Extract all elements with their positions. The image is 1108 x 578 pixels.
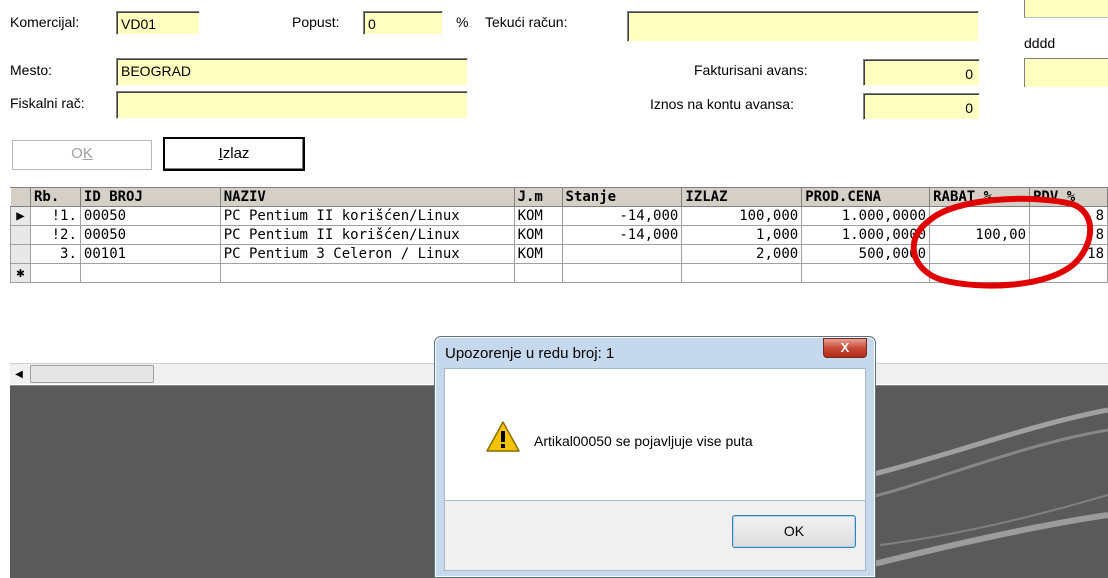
red-annotation-ellipse — [910, 195, 1094, 289]
izlaz-button[interactable]: Izlaz — [163, 137, 305, 171]
popust-label: Popust: — [292, 14, 340, 30]
izlaz-button-label: zlaz — [222, 145, 250, 162]
scroll-thumb[interactable] — [30, 365, 154, 383]
cell-jm[interactable] — [513, 263, 563, 283]
fakturisani-avans-label: Fakturisani avans: — [694, 62, 808, 78]
scroll-left-icon[interactable]: ◀ — [10, 365, 28, 383]
grid-header-selector — [10, 187, 31, 207]
warning-icon — [486, 421, 520, 452]
col-naziv[interactable]: NAZIV — [219, 187, 515, 207]
tekuci-racun-field[interactable] — [627, 11, 979, 42]
row-selector-current-icon[interactable]: ▶ — [10, 206, 31, 226]
cell-rb[interactable]: !1. — [29, 206, 81, 226]
row-selector[interactable] — [10, 225, 31, 245]
cell-naziv[interactable]: PC Pentium II korišćen/Linux — [219, 225, 515, 245]
komercijal-label: Komercijal: — [10, 14, 80, 30]
close-icon[interactable]: X — [823, 338, 867, 358]
cell-id[interactable] — [79, 263, 221, 283]
col-rb[interactable]: Rb. — [29, 187, 81, 207]
cell-naziv[interactable] — [219, 263, 515, 283]
iznos-na-kontu-field[interactable]: 0 — [863, 93, 980, 120]
cell-rb[interactable]: 3. — [29, 244, 81, 264]
cell-izlaz[interactable]: 1,000 — [681, 225, 803, 245]
cell-jm[interactable]: KOM — [513, 225, 563, 245]
fiskalni-rac-field[interactable] — [116, 91, 468, 119]
mesto-field[interactable]: BEOGRAD — [116, 58, 468, 86]
cell-rb[interactable] — [29, 263, 81, 283]
col-stanje[interactable]: Stanje — [561, 187, 683, 207]
col-izlaz[interactable]: IZLAZ — [681, 187, 803, 207]
cell-id[interactable]: 00101 — [79, 244, 221, 264]
col-jm[interactable]: J.m — [513, 187, 563, 207]
col-id-broj[interactable]: ID BROJ — [79, 187, 221, 207]
cell-naziv[interactable]: PC Pentium 3 Celeron / Linux — [219, 244, 515, 264]
komercijal-field[interactable]: VD01 — [116, 11, 200, 35]
iznos-na-kontu-label: Iznos na kontu avansa: — [650, 96, 794, 112]
new-row-icon[interactable]: ✱ — [10, 263, 31, 283]
ok-button-label: O — [71, 145, 83, 162]
dialog-body: Artikal00050 se pojavljuje vise puta — [444, 368, 866, 501]
top-right-field[interactable] — [1024, 0, 1108, 18]
warning-dialog[interactable]: Upozorenje u redu broj: 1 X Artikal00050… — [434, 336, 876, 578]
dialog-ok-button[interactable]: OK — [732, 515, 856, 548]
cell-id[interactable]: 00050 — [79, 206, 221, 226]
cell-izlaz[interactable]: 2,000 — [681, 244, 803, 264]
cell-rb[interactable]: !2. — [29, 225, 81, 245]
mesto-label: Mesto: — [10, 62, 53, 78]
cell-naziv[interactable]: PC Pentium II korišćen/Linux — [219, 206, 515, 226]
cell-id[interactable]: 00050 — [79, 225, 221, 245]
cell-izlaz[interactable]: 100,000 — [681, 206, 803, 226]
fakturisani-avans-field[interactable]: 0 — [863, 59, 980, 86]
ok-button-hotkey: K — [82, 145, 93, 162]
cell-stanje[interactable] — [561, 244, 683, 264]
cell-jm[interactable]: KOM — [513, 206, 563, 226]
cell-stanje[interactable]: -14,000 — [561, 225, 683, 245]
dialog-message: Artikal00050 se pojavljuje vise puta — [534, 433, 753, 449]
row-selector[interactable] — [10, 244, 31, 264]
cell-stanje[interactable] — [561, 263, 683, 283]
cell-jm[interactable]: KOM — [513, 244, 563, 264]
cell-stanje[interactable]: -14,000 — [561, 206, 683, 226]
cell-izlaz[interactable] — [681, 263, 803, 283]
popust-field[interactable]: 0 — [363, 11, 443, 35]
right-field[interactable] — [1024, 58, 1108, 87]
ok-button[interactable]: OK — [12, 140, 152, 170]
fiskalni-rac-label: Fiskalni rač: — [10, 95, 85, 111]
dialog-footer: OK — [444, 501, 866, 571]
percent-sign: % — [456, 14, 469, 30]
tekuci-racun-label: Tekući račun: — [485, 14, 568, 30]
dialog-title: Upozorenje u redu broj: 1 — [445, 345, 615, 362]
dddd-label: dddd — [1024, 35, 1056, 51]
